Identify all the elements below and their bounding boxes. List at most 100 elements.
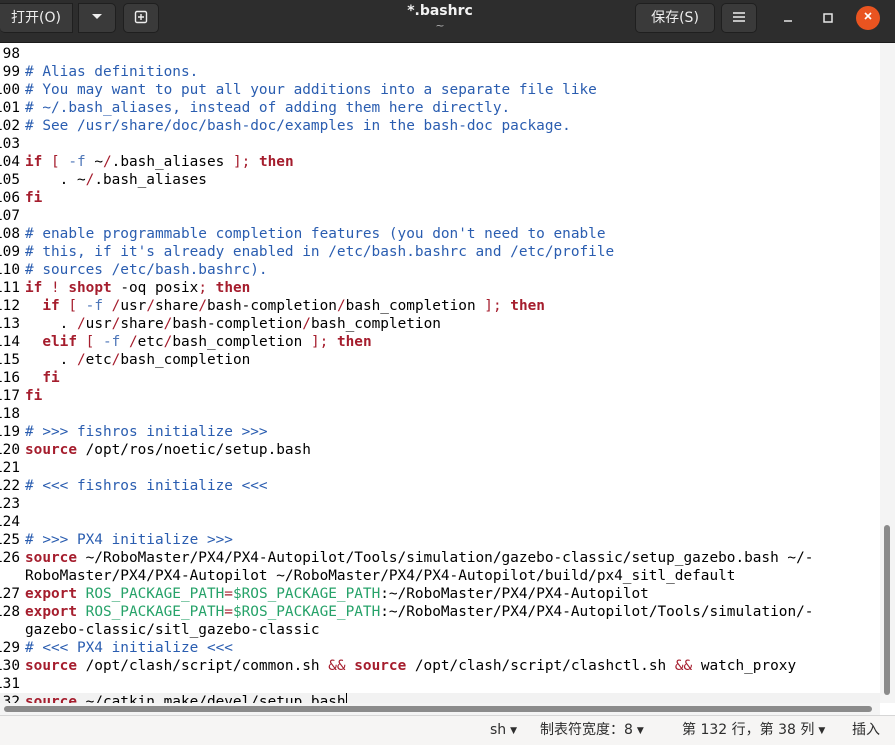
tab-width-selector[interactable]: 制表符宽度：8 ▼ [540,721,644,740]
minimize-button[interactable] [776,6,800,30]
cursor-position-selector[interactable]: 第 132 行，第 38 列 ▼ [682,721,825,740]
line-number-text: 111 [0,280,20,296]
vertical-scrollbar[interactable] [880,43,895,703]
code-token: if [25,154,43,170]
code-text: # sources /etc/bash.bashrc). [25,261,268,279]
code-line[interactable]: 113 . /usr/share/bash-completion/bash_co… [0,315,880,333]
code-line[interactable]: 101 # ~/.bash_aliases, instead of adding … [0,99,880,117]
code-line[interactable]: 127 export ROS_PACKAGE_PATH=$ROS_PACKAGE_… [0,585,880,603]
code-line[interactable]: 122 # <<< fishros initialize <<< [0,477,880,495]
code-line[interactable]: 128 export ROS_PACKAGE_PATH=$ROS_PACKAGE_… [0,603,880,621]
text-caret [345,693,347,703]
code-line[interactable]: 105 . ~/.bash_aliases [0,171,880,189]
code-text: source ~/catkin_make/devel/setup.bash [25,693,347,703]
save-button[interactable]: 保存(S) [635,3,715,33]
code-token: # ~/.bash_aliases, instead of adding the… [25,100,511,116]
code-token: fi [25,190,43,206]
line-number-text: 118 [0,406,20,422]
horizontal-scrollbar[interactable] [0,703,880,715]
code-line[interactable]: 117 fi [0,387,880,405]
line-number: 116 [0,369,20,387]
line-number: 127 [0,585,20,603]
code-line[interactable]: 115 . /etc/bash_completion [0,351,880,369]
main-menu-button[interactable] [721,3,757,33]
code-line[interactable]: 100 # You may want to put all your additi… [0,81,880,99]
code-line[interactable]: 116 fi [0,369,880,387]
code-line[interactable]: 98 [0,45,880,63]
line-number-text: 120 [0,442,20,458]
code-line[interactable]: 120 source /opt/ros/noetic/setup.bash [0,441,880,459]
language-label: sh [490,722,507,738]
code-line[interactable]: 130 source /opt/clash/script/common.sh &&… [0,657,880,675]
code-text: # <<< fishros initialize <<< [25,477,268,495]
code-text: . /usr/share/bash-completion/bash_comple… [25,315,441,333]
line-number-text: 116 [0,370,20,386]
code-line[interactable]: 104 if [ -f ~/.bash_aliases ]; then [0,153,880,171]
text-editor[interactable]: 98 99 # Alias definitions. 100 # You may wan… [0,43,880,703]
line-number: 123 [0,495,20,513]
code-line[interactable]: 109 # this, if it's already enabled in /e… [0,243,880,261]
horizontal-scrollbar-thumb[interactable] [4,706,872,712]
code-line[interactable]: 123 [0,495,880,513]
code-token: / [103,154,112,170]
code-token: # You may want to put all your additions… [25,82,597,98]
line-number-text: 119 [0,424,20,440]
line-number: 106 [0,189,20,207]
code-line[interactable]: 103 [0,135,880,153]
code-line[interactable]: 107 [0,207,880,225]
open-menu-button[interactable] [78,3,116,33]
code-text: export ROS_PACKAGE_PATH=$ROS_PACKAGE_PAT… [25,585,649,603]
current-code-line[interactable]: 132 source ~/catkin_make/devel/setup.bash [0,693,880,703]
code-text: source /opt/clash/script/common.sh && so… [25,657,796,675]
code-line[interactable]: RoboMaster/PX4/PX4-Autopilot ~/RoboMaste… [0,567,880,585]
code-line[interactable]: 102 # See /usr/share/doc/bash-doc/example… [0,117,880,135]
code-line[interactable]: 129 # <<< PX4 initialize <<< [0,639,880,657]
vertical-scrollbar-thumb[interactable] [884,525,890,695]
insert-mode-indicator[interactable]: 插入 [852,721,880,739]
code-line[interactable]: 114 elif [ -f /etc/bash_completion ]; th… [0,333,880,351]
code-line[interactable]: 112 if [ -f /usr/share/bash-completion/b… [0,297,880,315]
line-number-text: 101 [0,100,20,116]
maximize-button[interactable] [816,6,840,30]
code-line[interactable]: 131 [0,675,880,693]
code-token: ~/RoboMaster/PX4/PX4-Autopilot/Tools/sim… [76,550,814,566]
code-token: && [674,658,693,674]
code-token: bash_completion [172,334,311,350]
line-number-text: 99 [2,64,20,80]
code-line[interactable]: 110 # sources /etc/bash.bashrc). [0,261,880,279]
code-line[interactable]: gazebo-classic/sitl_gazebo-classic [0,621,880,639]
code-line[interactable]: 121 [0,459,880,477]
line-number: 104 [0,153,20,171]
close-button[interactable] [856,6,880,30]
language-selector[interactable]: sh ▼ [490,721,517,740]
code-line[interactable]: 119 # >>> fishros initialize >>> [0,423,880,441]
open-button[interactable]: 打开(O) [0,3,73,33]
chevron-down-icon: ▼ [636,726,644,736]
line-number: 125 [0,531,20,549]
code-line[interactable]: 108 # enable programmable completion feat… [0,225,880,243]
code-token: / [76,352,86,368]
new-tab-button[interactable] [123,3,159,33]
code-token: etc [85,352,112,368]
line-number: 103 [0,135,20,153]
code-line[interactable]: 118 [0,405,880,423]
code-line[interactable]: 124 [0,513,880,531]
code-token: share [155,298,199,314]
code-line[interactable]: 99 # Alias definitions. [0,63,880,81]
code-line[interactable]: 111 if ! shopt -oq posix; then [0,279,880,297]
line-number-text: 104 [0,154,20,170]
code-line[interactable]: 106 fi [0,189,880,207]
line-number: 112 [0,297,20,315]
code-line[interactable]: 126 source ~/RoboMaster/PX4/PX4-Autopilot… [0,549,880,567]
tab-width-label: 制表符宽度：8 [540,722,633,738]
code-text: # Alias definitions. [25,63,198,81]
code-token: .bash_aliases [94,172,207,188]
line-number-text: 127 [0,586,20,602]
code-line[interactable]: 125 # >>> PX4 initialize >>> [0,531,880,549]
line-number-text: 124 [0,514,20,530]
code-token: elif [42,334,77,350]
code-token: = [224,604,233,620]
